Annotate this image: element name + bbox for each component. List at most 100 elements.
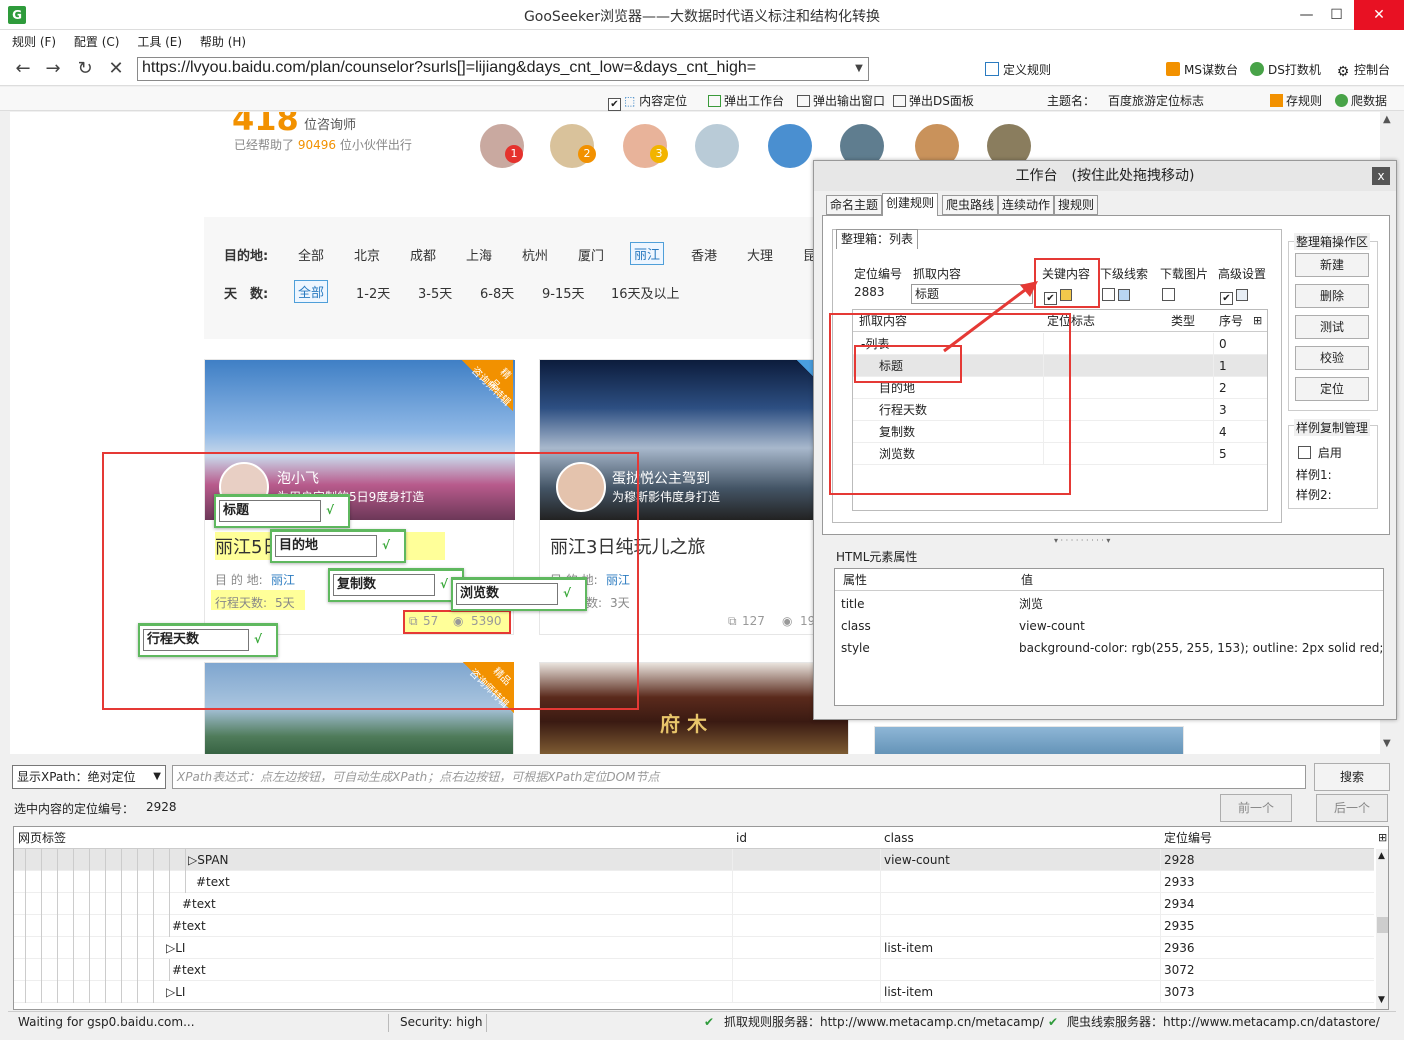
confirm-icon[interactable]: √ (249, 632, 267, 646)
checkbox-checked-icon[interactable]: ✔ (1220, 292, 1233, 305)
marker-days-input[interactable]: 行程天数 (143, 629, 249, 651)
marker-title-input[interactable]: 标题 (219, 500, 321, 522)
workbench-close-icon[interactable]: x (1372, 167, 1390, 185)
forward-icon[interactable]: → (42, 58, 64, 80)
attr-row[interactable]: class view-count (835, 615, 1383, 637)
tab-create-rule[interactable]: 创建规则 (882, 193, 939, 216)
tab-name-theme[interactable]: 命名主题 (826, 195, 883, 215)
checkbox-checked-icon[interactable]: ✔ (608, 98, 621, 111)
test-button[interactable]: 测试 (1295, 315, 1369, 339)
tab-continuous-action[interactable]: 连续动作 (998, 195, 1055, 215)
chevron-down-icon[interactable]: ▼ (153, 766, 161, 788)
dom-tree-row[interactable]: #text 2935 (14, 915, 1374, 937)
scroll-down-icon[interactable]: ▼ (1383, 738, 1391, 749)
popup-ds-button[interactable]: 弹出DS面板 (893, 92, 974, 109)
checkbox-icon[interactable] (1162, 288, 1175, 301)
locate-button[interactable]: 定位 (1295, 377, 1369, 401)
splitter-handle[interactable]: ▾ · · · · · · · · · ▾ (1054, 536, 1110, 545)
crawl-data-button[interactable]: 爬数据 (1335, 92, 1387, 109)
menu-help[interactable]: 帮助 (H) (193, 30, 253, 53)
popup-output-button[interactable]: 弹出输出窗口 (797, 92, 885, 109)
dom-tree-row[interactable]: #text 2933 (14, 871, 1374, 893)
attr-row[interactable]: style background-color: rgb(255, 255, 153… (835, 637, 1383, 659)
avatar[interactable] (695, 124, 739, 168)
prev-button[interactable]: 前一个 (1220, 794, 1292, 822)
confirm-icon[interactable]: √ (377, 538, 395, 552)
col-id[interactable]: id (736, 827, 747, 849)
menu-config[interactable]: 配置 (C) (67, 30, 127, 53)
refresh-icon[interactable]: ↻ (74, 58, 96, 80)
avatar[interactable] (768, 124, 812, 168)
column-menu-icon[interactable]: ⊞ (1253, 310, 1262, 332)
days-option[interactable]: 3-5天 (418, 283, 452, 302)
checkbox-icon[interactable] (1102, 288, 1115, 301)
dest-option[interactable]: 厦门 (578, 245, 604, 264)
dom-tree-row[interactable]: ▷SPAN view-count 2928 (14, 849, 1374, 871)
control-panel-link[interactable]: ⚙ 控制台 (1336, 61, 1390, 79)
marker-popup-title[interactable]: 标题 √ (214, 494, 350, 528)
col-loc-no[interactable]: 定位编号 (1164, 827, 1212, 849)
dest-option[interactable]: 大理 (747, 245, 773, 264)
ds-crawler-link[interactable]: DS打数机 (1250, 61, 1321, 78)
marker-popup-days[interactable]: 行程天数 √ (138, 623, 278, 657)
col-tag[interactable]: 网页标签 (18, 827, 66, 849)
dom-tree-row[interactable]: #text 3072 (14, 959, 1374, 981)
scroll-down-icon[interactable]: ▼ (1378, 995, 1385, 1005)
next-button[interactable]: 后一个 (1316, 794, 1388, 822)
confirm-icon[interactable]: √ (558, 586, 576, 600)
menu-rules[interactable]: 规则 (F) (0, 30, 63, 53)
define-rule-link[interactable]: 定义规则 (985, 61, 1051, 78)
marker-popup-dest[interactable]: 目的地 √ (270, 529, 406, 563)
dest-option[interactable]: 杭州 (522, 245, 548, 264)
validate-button[interactable]: 校验 (1295, 346, 1369, 370)
checkbox-icon[interactable] (1298, 446, 1311, 459)
marker-copies-input[interactable]: 复制数 (333, 574, 435, 596)
workbench-panel[interactable]: 工作台 (按住此处拖拽移动) x 命名主题 创建规则 爬虫路线 连续动作 搜规则… (813, 160, 1397, 720)
xpath-input[interactable]: XPath表达式：点左边按钮，可自动生成XPath；点右边按钮，可根据XPath… (172, 765, 1306, 789)
scroll-thumb[interactable] (1377, 917, 1388, 933)
download-image-checkbox[interactable] (1162, 288, 1178, 302)
link-settings-icon[interactable] (1118, 289, 1130, 301)
delete-button[interactable]: 删除 (1295, 284, 1369, 308)
dest-option[interactable]: 上海 (466, 245, 492, 264)
days-option[interactable]: 6-8天 (480, 283, 514, 302)
attr-row[interactable]: title 浏览 (835, 593, 1383, 615)
tab-crawler-route[interactable]: 爬虫路线 (942, 195, 999, 215)
dom-tree-row[interactable]: ▷LI list-item 2936 (14, 937, 1374, 959)
organizer-tab[interactable]: 整理箱：列表 (836, 229, 919, 249)
dest-option[interactable]: 香港 (691, 245, 717, 264)
col-type[interactable]: 类型 (1171, 310, 1195, 332)
maximize-icon[interactable]: ☐ (1314, 0, 1359, 30)
enable-checkbox[interactable]: 启用 (1298, 444, 1342, 461)
dest-option[interactable]: 全部 (298, 245, 324, 264)
days-option-selected[interactable]: 全部 (294, 280, 329, 303)
menu-tools[interactable]: 工具 (E) (130, 30, 189, 53)
search-button[interactable]: 搜索 (1314, 763, 1390, 791)
dest-option[interactable]: 北京 (354, 245, 380, 264)
tab-search-rule[interactable]: 搜规则 (1054, 195, 1099, 215)
days-option[interactable]: 1-2天 (356, 283, 390, 302)
content-locate-toggle[interactable]: ✔ ⬚ 内容定位 (608, 92, 687, 111)
col-value[interactable]: 值 (1021, 569, 1033, 591)
advanced-settings-icon[interactable] (1236, 289, 1248, 301)
dest-option[interactable]: 成都 (410, 245, 436, 264)
confirm-icon[interactable]: √ (321, 503, 339, 517)
advanced-checkbox[interactable]: ✔ (1220, 288, 1248, 305)
chevron-down-icon[interactable]: ▼ (850, 58, 868, 80)
close-icon[interactable]: ✕ (1354, 0, 1404, 30)
url-input[interactable]: https://lvyou.baidu.com/plan/counselor?s… (137, 57, 869, 81)
popup-workbench-button[interactable]: 弹出工作台 (708, 92, 784, 109)
workbench-header[interactable]: 工作台 (按住此处拖拽移动) (814, 161, 1396, 191)
ms-console-link[interactable]: MS谋数台 (1166, 61, 1238, 78)
new-button[interactable]: 新建 (1295, 253, 1369, 277)
back-icon[interactable]: ← (12, 58, 34, 80)
marker-popup-copies[interactable]: 复制数 √ (328, 568, 464, 602)
column-menu-icon[interactable]: ⊞ (1378, 827, 1387, 849)
dom-tree-row[interactable]: #text 2934 (14, 893, 1374, 915)
marker-views-input[interactable]: 浏览数 (456, 583, 558, 605)
marker-dest-input[interactable]: 目的地 (275, 535, 377, 557)
sub-clue-checkbox[interactable] (1102, 288, 1130, 302)
dest-option-selected[interactable]: 丽江 (630, 242, 665, 265)
dom-tree-row[interactable]: ▷LI list-item 3073 (14, 981, 1374, 1003)
scroll-up-icon[interactable]: ▲ (1378, 851, 1385, 861)
